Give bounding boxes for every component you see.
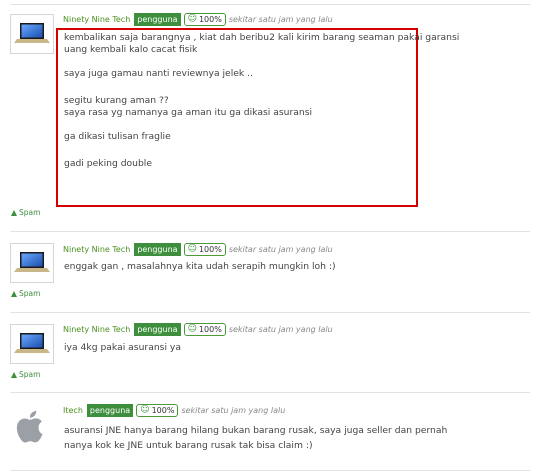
comment-meta: Ninety Nine Tech pengguna ☺ 100% sekitar … bbox=[63, 242, 333, 257]
spam-link[interactable]: Spam bbox=[11, 289, 40, 298]
comment-body: kembalikan saja barangnya , kiat dah ber… bbox=[64, 32, 459, 170]
laptop-icon bbox=[14, 333, 50, 353]
comment-time: sekitar satu jam yang lalu bbox=[228, 15, 333, 24]
warning-icon bbox=[11, 371, 17, 378]
comment-line bbox=[64, 143, 459, 155]
reputation-badge: ☺ 100% bbox=[183, 323, 226, 336]
reputation-value: 100% bbox=[198, 245, 222, 254]
comment-line: saya juga gamau nanti reviewnya jelek .. bbox=[64, 68, 253, 79]
laptop-avatar[interactable] bbox=[10, 243, 54, 283]
warning-icon bbox=[11, 290, 17, 297]
spam-label: Spam bbox=[19, 289, 41, 298]
comment-line: kembalikan saja barangnya , kiat dah ber… bbox=[64, 32, 460, 43]
comment-meta: Itech pengguna ☺ 100% sekitar satu jam ya… bbox=[63, 403, 285, 418]
spam-label: Spam bbox=[19, 370, 41, 379]
username-link[interactable]: Ninety Nine Tech bbox=[63, 15, 130, 24]
reputation-value: 100% bbox=[198, 325, 222, 334]
comment-line: nanya kok ke JNE untuk barang rusak tak … bbox=[64, 440, 313, 451]
smile-icon: ☺ bbox=[187, 244, 197, 254]
comment-line: saya rasa yg namanya ga aman itu ga dika… bbox=[64, 107, 313, 118]
username-link[interactable]: Ninety Nine Tech bbox=[63, 245, 130, 254]
comment-line bbox=[64, 56, 459, 68]
laptop-icon bbox=[14, 23, 50, 43]
comment-meta: Ninety Nine Tech pengguna ☺ 100% sekitar … bbox=[63, 322, 333, 337]
comment-line: gadi peking double bbox=[64, 158, 153, 169]
comment-line bbox=[64, 80, 459, 92]
comment-body: asuransi JNE hanya barang hilang bukan b… bbox=[64, 423, 447, 453]
comment-line: iya 4kg pakai asuransi ya bbox=[64, 342, 181, 353]
apple-logo-avatar[interactable] bbox=[10, 404, 52, 448]
comment-body: iya 4kg pakai asuransi ya bbox=[64, 342, 181, 354]
comment-divider bbox=[10, 4, 530, 5]
laptop-icon bbox=[14, 252, 50, 272]
smile-icon: ☺ bbox=[187, 324, 197, 334]
warning-icon bbox=[11, 209, 17, 216]
smile-icon: ☺ bbox=[187, 14, 197, 24]
comment-divider bbox=[10, 231, 530, 232]
comment-line: ga dikasi tulisan fraglie bbox=[64, 131, 171, 142]
comment-time: sekitar satu jam yang lalu bbox=[181, 406, 286, 415]
role-badge: pengguna bbox=[134, 323, 181, 336]
laptop-avatar[interactable] bbox=[10, 324, 54, 364]
role-badge: pengguna bbox=[134, 243, 181, 256]
comment-meta: Ninety Nine Tech pengguna ☺ 100% sekitar … bbox=[63, 12, 333, 27]
apple-logo-icon bbox=[16, 410, 43, 443]
reputation-badge: ☺ 100% bbox=[136, 404, 179, 417]
reputation-badge: ☺ 100% bbox=[183, 13, 226, 26]
spam-link[interactable]: Spam bbox=[11, 208, 40, 217]
comment-time: sekitar satu jam yang lalu bbox=[228, 245, 333, 254]
reputation-value: 100% bbox=[151, 406, 175, 415]
reputation-value: 100% bbox=[198, 15, 222, 24]
username-link[interactable]: Ninety Nine Tech bbox=[63, 325, 130, 334]
comment-time: sekitar satu jam yang lalu bbox=[228, 325, 333, 334]
comment-line: enggak gan , masalahnya kita udah serapi… bbox=[64, 261, 336, 272]
comment-body: enggak gan , masalahnya kita udah serapi… bbox=[64, 261, 336, 273]
comment-line: uang kembali kalo cacat fisik bbox=[64, 44, 198, 55]
username-link[interactable]: Itech bbox=[63, 406, 83, 415]
comment-divider bbox=[10, 312, 530, 313]
comment-line: segitu kurang aman ?? bbox=[64, 95, 169, 106]
role-badge: pengguna bbox=[86, 404, 134, 417]
comment-divider bbox=[10, 392, 530, 393]
comment-divider bbox=[10, 470, 530, 471]
spam-link[interactable]: Spam bbox=[11, 370, 40, 379]
laptop-avatar[interactable] bbox=[10, 14, 54, 54]
comment-line: asuransi JNE hanya barang hilang bukan b… bbox=[64, 425, 448, 436]
role-badge: pengguna bbox=[134, 13, 181, 26]
spam-label: Spam bbox=[19, 208, 41, 217]
smile-icon: ☺ bbox=[140, 405, 150, 415]
reputation-badge: ☺ 100% bbox=[183, 243, 226, 256]
comment-line bbox=[64, 119, 459, 131]
